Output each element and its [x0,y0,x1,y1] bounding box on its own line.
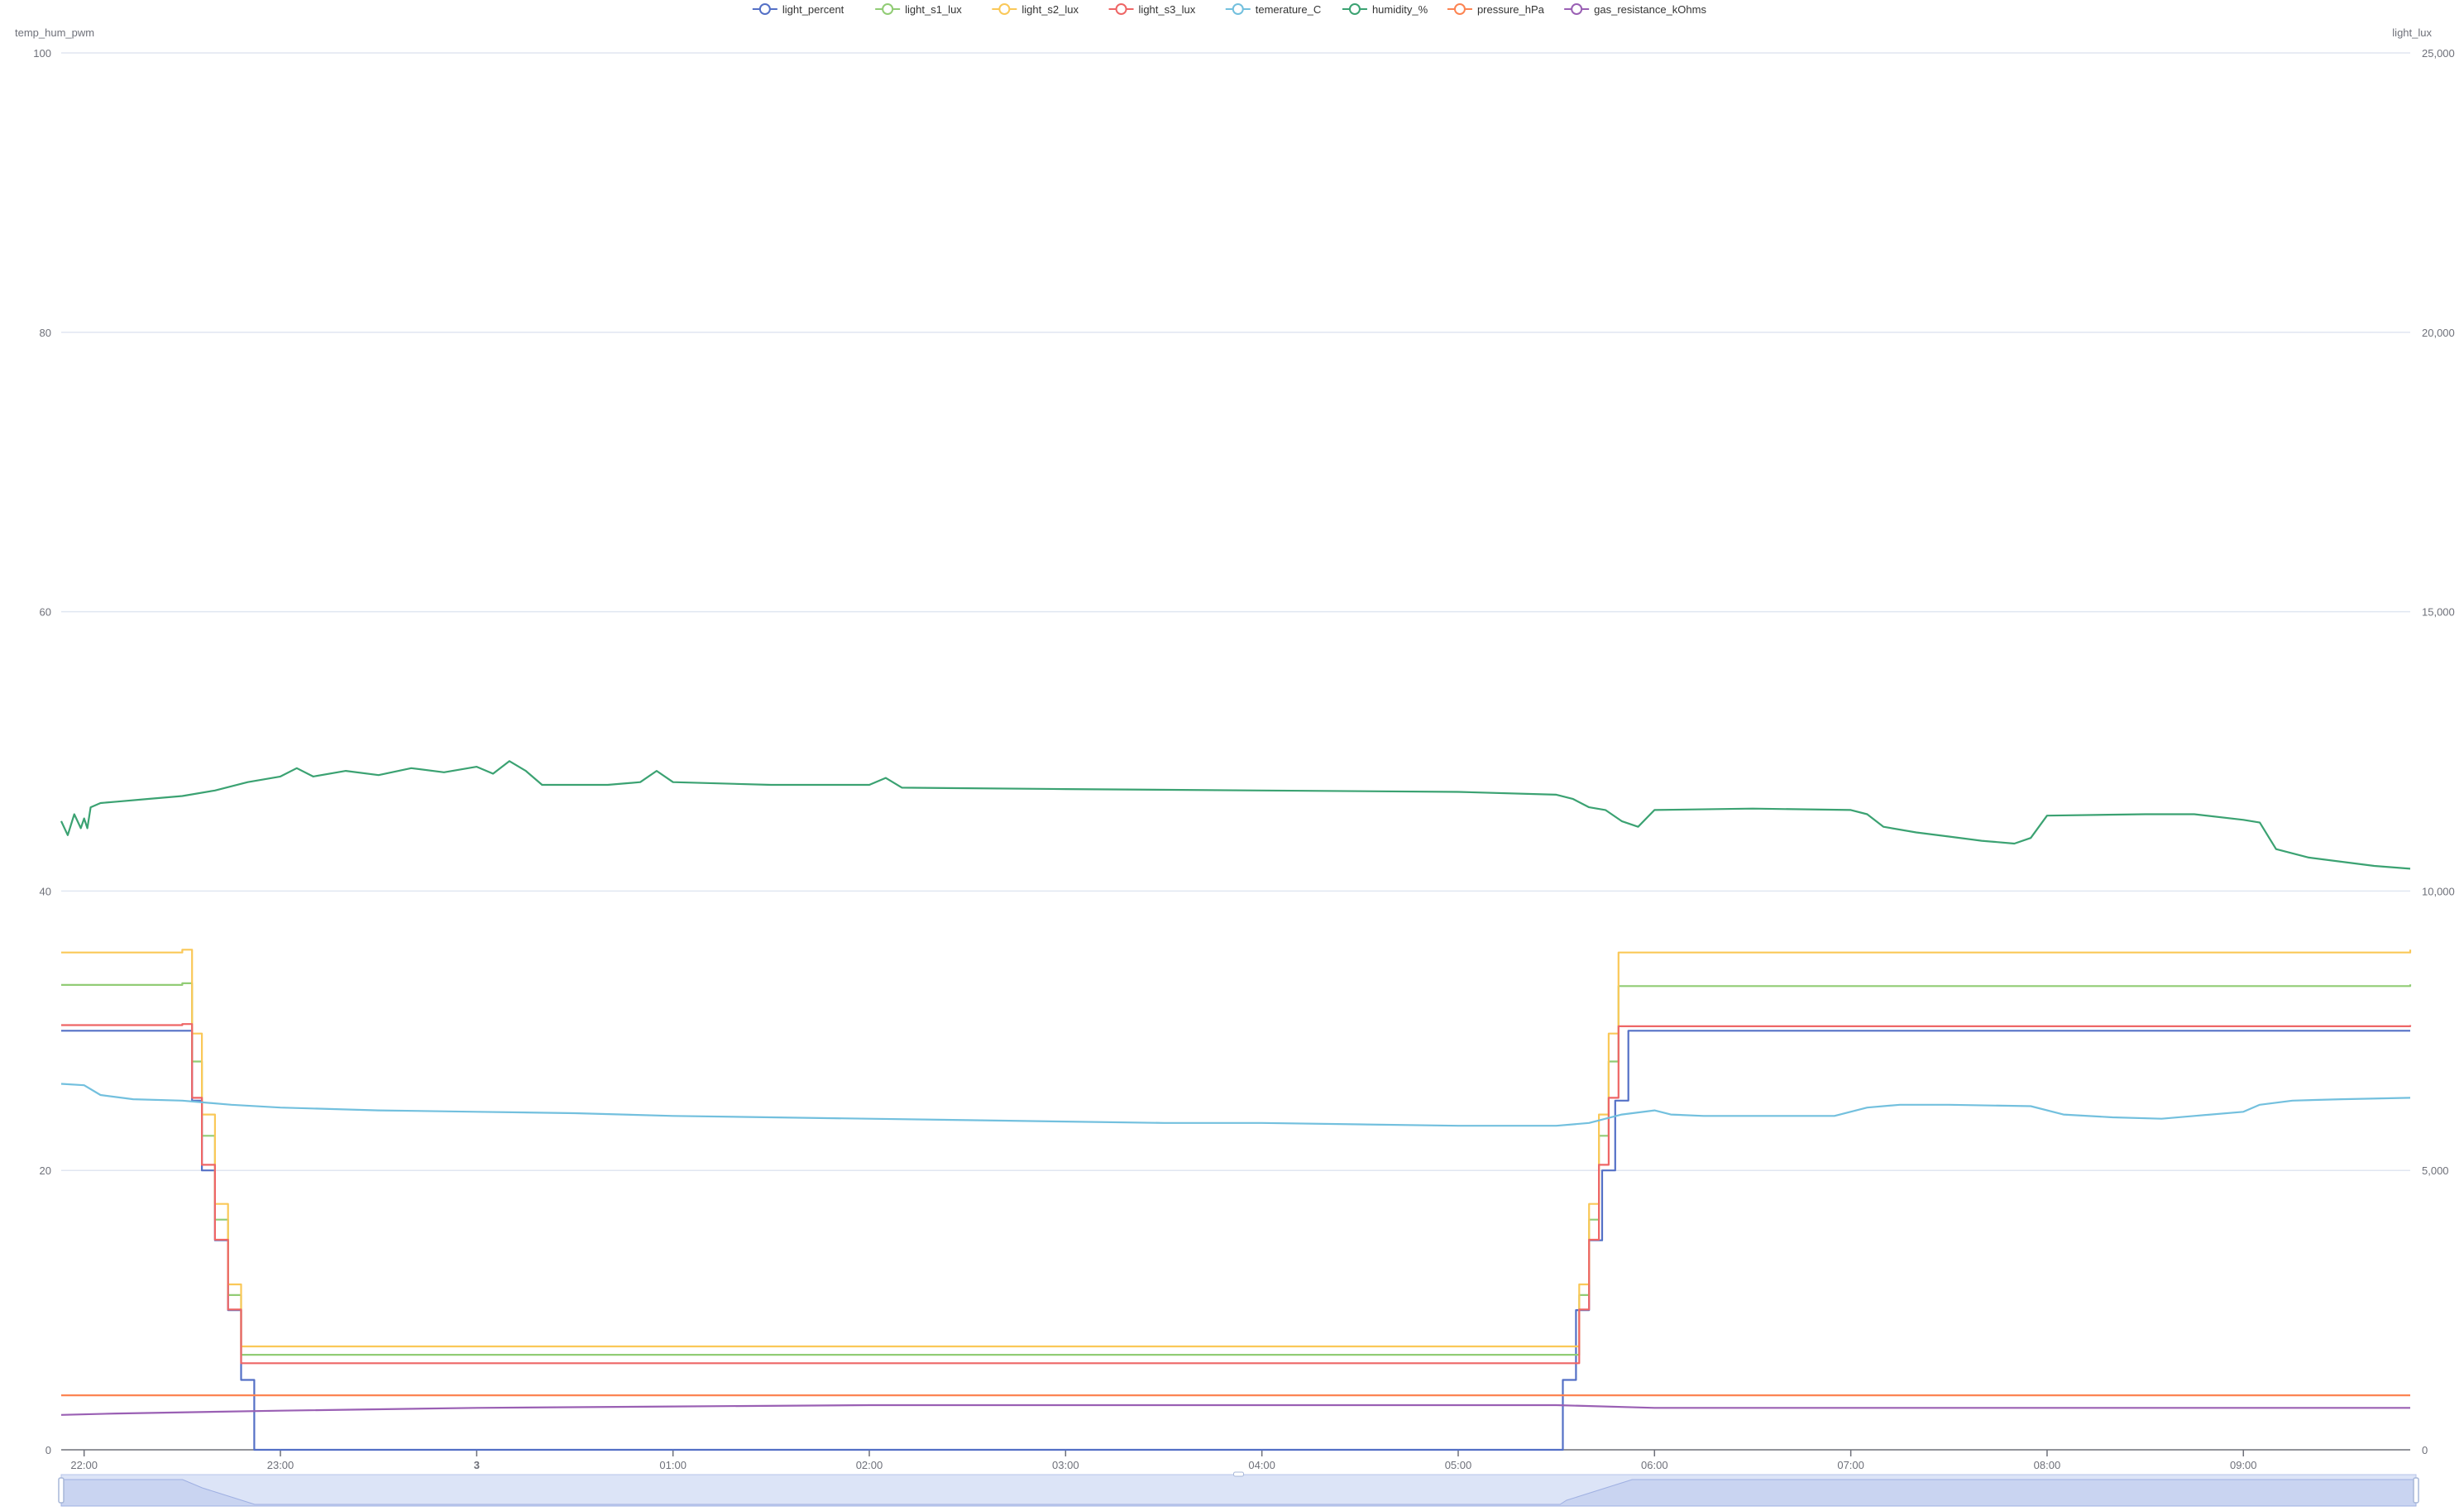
legend-item-temerature-c[interactable]: temerature_C [1225,3,1321,16]
legend-label: temerature_C [1256,3,1321,16]
series-line-light-s2-lux[interactable] [61,949,2412,1348]
legend-label: light_percent [782,3,844,16]
y-left-tick-label: 60 [40,606,51,619]
y-left-axis-name: temp_hum_pwm [15,26,94,39]
series-group [60,760,2412,1451]
legend[interactable]: light_percent light_s1_lux light_s2_lux lig… [752,3,1707,16]
legend-item-pressure-hpa[interactable]: pressure_hPa [1447,3,1545,16]
legend-label: humidity_% [1372,3,1428,16]
x-tick-label: 02:00 [856,1459,883,1471]
y-right-axis-name: light_lux [2392,26,2432,39]
y-left-tick-label: 40 [40,885,51,897]
series-line-gas-resistance-kohms[interactable] [60,1403,2410,1416]
y-right-tick-label: 10,000 [2422,885,2455,897]
series-line-light-s3-lux[interactable] [61,1023,2412,1365]
datazoom-right-handle[interactable] [2413,1477,2419,1504]
legend-item-light-s3-lux[interactable]: light_s3_lux [1108,3,1196,16]
series-line-temerature-c[interactable] [60,1083,2411,1127]
x-tick-label: 23:00 [267,1459,294,1471]
x-tick-label: 22:00 [70,1459,98,1471]
legend-label: light_s2_lux [1021,3,1079,16]
series-line-light-percent[interactable] [61,1030,2410,1451]
x-tick-label: 3 [474,1459,480,1471]
x-tick-label: 01:00 [659,1459,687,1471]
y-right-tick-label: 15,000 [2422,606,2455,619]
y-right-tick-label: 25,000 [2422,47,2455,60]
legend-circle-icon [1453,3,1466,15]
x-tick-label: 09:00 [2230,1459,2257,1471]
legend-item-light-s2-lux[interactable]: light_s2_lux [992,3,1079,16]
legend-circle-icon [1571,3,1583,15]
legend-label: pressure_hPa [1477,3,1545,16]
grid [61,52,2410,1171]
datazoom-slider[interactable] [58,1471,2419,1507]
y-left-tick-label: 0 [45,1444,51,1456]
y-left-tick-label: 80 [40,327,51,339]
legend-circle-icon [998,3,1011,15]
legend-item-humidity-[interactable]: humidity_% [1342,3,1428,16]
x-tick-label: 05:00 [1445,1459,1472,1471]
datazoom-move-handle[interactable] [1233,1471,1244,1477]
legend-label: light_s3_lux [1139,3,1196,16]
legend-circle-icon [1348,3,1361,15]
x-tick-label: 03:00 [1052,1459,1079,1471]
legend-circle-icon [758,3,771,15]
legend-item-light-s1-lux[interactable]: light_s1_lux [875,3,962,16]
legend-item-gas-resistance-kohms[interactable]: gas_resistance_kOhms [1564,3,1706,16]
y-right-tick-label: 20,000 [2422,327,2455,339]
legend-label: gas_resistance_kOhms [1594,3,1706,16]
y-right-tick-label: 0 [2422,1444,2428,1456]
legend-label: light_s1_lux [905,3,962,16]
legend-circle-icon [1232,3,1244,15]
x-tick-label: 08:00 [2034,1459,2061,1471]
datazoom-left-handle[interactable] [58,1477,65,1504]
chart: 0 0 20 5,000 40 10,000 60 15,000 80 20,000 100 25,0… [15,3,2455,1507]
y-left-tick-label: 100 [33,47,51,60]
legend-circle-icon [882,3,894,15]
x-tick-label: 04:00 [1248,1459,1275,1471]
legend-item-light-percent[interactable]: light_percent [752,3,844,16]
legend-circle-icon [1115,3,1127,15]
x-tick-label: 06:00 [1641,1459,1668,1471]
y-left-tick-label: 20 [40,1164,51,1177]
series-line-light-s1-lux[interactable] [61,982,2412,1356]
series-line-humidity-[interactable] [60,760,2411,870]
x-tick-label: 07:00 [1837,1459,1864,1471]
axes: 0 0 20 5,000 40 10,000 60 15,000 80 20,000 100 25,0… [15,26,2455,1471]
y-right-tick-label: 5,000 [2422,1164,2449,1177]
